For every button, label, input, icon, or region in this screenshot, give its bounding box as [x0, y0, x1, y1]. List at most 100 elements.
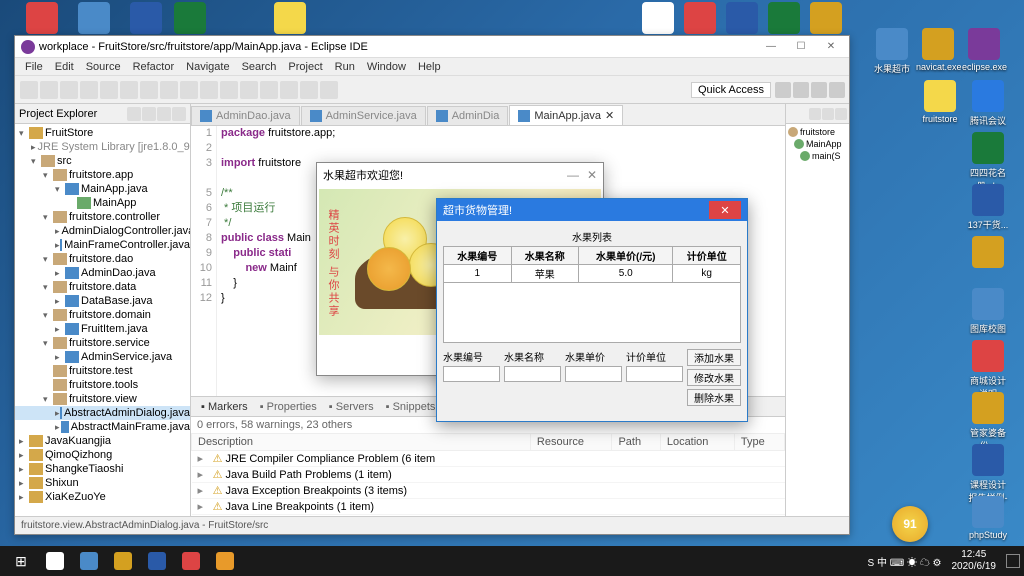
desktop-icon[interactable]: 图库校图	[966, 288, 1010, 335]
menu-window[interactable]: Window	[361, 61, 412, 73]
menu-file[interactable]: File	[19, 61, 49, 73]
desktop-icon[interactable]: 水果超市	[870, 28, 914, 75]
clock[interactable]: 12:45 2020/6/19	[946, 549, 1003, 573]
tree-node[interactable]: ▸JRE System Library [jre1.8.0_91]	[15, 140, 190, 154]
menu-source[interactable]: Source	[80, 61, 127, 73]
editor-tab[interactable]: AdminDia	[427, 106, 509, 125]
menu-project[interactable]: Project	[282, 61, 328, 73]
editor-tab[interactable]: MainApp.java ✕	[509, 105, 623, 125]
tree-node[interactable]: ▾fruitstore.controller	[15, 210, 190, 224]
tree-node[interactable]: ▾FruitStore	[15, 126, 190, 140]
toolbar-button[interactable]	[100, 81, 118, 99]
tree-node[interactable]: ▾fruitstore.domain	[15, 308, 190, 322]
desktop-icon[interactable]	[124, 2, 168, 36]
tree-node[interactable]: ▸AbstractAdminDialog.java	[15, 406, 190, 420]
toolbar-button[interactable]	[60, 81, 78, 99]
toolbar-button[interactable]	[280, 81, 298, 99]
editor-tab[interactable]: AdminDao.java	[191, 106, 300, 125]
tree-node[interactable]: fruitstore.test	[15, 364, 190, 378]
fruit-input[interactable]	[626, 366, 683, 382]
outline-item[interactable]: main(S	[788, 150, 847, 162]
toolbar-button[interactable]	[320, 81, 338, 99]
menu-edit[interactable]: Edit	[49, 61, 80, 73]
outline-item[interactable]: MainApp	[788, 138, 847, 150]
taskbar-item[interactable]	[175, 548, 207, 574]
close-button[interactable]: ✕	[819, 39, 843, 55]
titlebar[interactable]: workplace - FruitStore/src/fruitstore/ap…	[15, 36, 849, 58]
notification-button[interactable]	[1006, 554, 1020, 568]
fruit-action-button[interactable]: 修改水果	[687, 369, 741, 386]
toolbar-button[interactable]	[200, 81, 218, 99]
marker-row[interactable]: ▸ ⚠ Java Build Path Problems (1 item)	[192, 467, 785, 483]
menu-search[interactable]: Search	[236, 61, 283, 73]
tree-node[interactable]: ▸JavaKuangjia	[15, 434, 190, 448]
desktop-icon[interactable]: 商城设计说明	[966, 340, 1010, 400]
tree-node[interactable]: ▾fruitstore.app	[15, 168, 190, 182]
fruit-action-button[interactable]: 添加水果	[687, 349, 741, 366]
welcome-min-button[interactable]: —	[567, 168, 579, 182]
tree-node[interactable]: ▸MainFrameController.java	[15, 238, 190, 252]
markers-tab[interactable]: ▪ Markers	[195, 401, 254, 413]
menu-refactor[interactable]: Refactor	[127, 61, 181, 73]
tree-node[interactable]: ▾fruitstore.service	[15, 336, 190, 350]
tree-node[interactable]: ▾fruitstore.data	[15, 280, 190, 294]
toolbar-button[interactable]	[140, 81, 158, 99]
tree-node[interactable]: ▸XiaKeZuoYe	[15, 490, 190, 504]
taskbar-item[interactable]	[73, 548, 105, 574]
ime-indicator[interactable]: S 中 ⌨ ☀ ☁ ⚙	[868, 554, 942, 569]
desktop-icon[interactable]: phpStudy	[966, 496, 1010, 540]
desktop-icon[interactable]: 腾讯会议	[966, 80, 1010, 127]
markers-tab[interactable]: ▪ Snippets	[380, 401, 442, 413]
minimize-button[interactable]: —	[759, 39, 783, 55]
quick-access[interactable]: Quick Access	[691, 82, 771, 98]
desktop-icon[interactable]: eclipse.exe	[962, 28, 1006, 72]
desktop-icon[interactable]	[678, 2, 722, 36]
tree-node[interactable]: ▾src	[15, 154, 190, 168]
taskbar-item[interactable]	[141, 548, 173, 574]
outline-item[interactable]: fruitstore	[788, 126, 847, 138]
desktop-icon[interactable]: 四四花名册.xls	[966, 132, 1010, 192]
tree-node[interactable]: ▾MainApp.java	[15, 182, 190, 196]
maximize-button[interactable]: ☐	[789, 39, 813, 55]
desktop-icon[interactable]	[636, 2, 680, 36]
tree-node[interactable]: ▸DataBase.java	[15, 294, 190, 308]
welcome-close-button[interactable]: ✕	[587, 168, 597, 182]
menu-run[interactable]: Run	[329, 61, 361, 73]
desktop-icon[interactable]: 管家婆备份...	[966, 392, 1010, 452]
tree-node[interactable]: ▸ShangkeTiaoshi	[15, 462, 190, 476]
toolbar-button[interactable]	[120, 81, 138, 99]
toolbar-button[interactable]	[240, 81, 258, 99]
tree-node[interactable]: ▸FruitItem.java	[15, 322, 190, 336]
desktop-icon[interactable]: 137干货...	[966, 184, 1010, 231]
perf-widget[interactable]: 91	[892, 506, 928, 542]
taskbar-item[interactable]	[39, 548, 71, 574]
tree-node[interactable]: ▸QimoQizhong	[15, 448, 190, 462]
tree-node[interactable]: ▾fruitstore.dao	[15, 252, 190, 266]
mgmt-close-button[interactable]: ✕	[709, 201, 741, 219]
menu-navigate[interactable]: Navigate	[180, 61, 235, 73]
tree-node[interactable]: ▸Shixun	[15, 476, 190, 490]
desktop-icon[interactable]	[268, 2, 312, 36]
fruit-input[interactable]	[504, 366, 561, 382]
start-button[interactable]: ⊞	[5, 548, 37, 574]
desktop-icon[interactable]	[72, 2, 116, 36]
markers-tab[interactable]: ▪ Properties	[254, 401, 323, 413]
taskbar-item[interactable]	[107, 548, 139, 574]
desktop-icon[interactable]	[168, 2, 212, 36]
tree-node[interactable]: fruitstore.tools	[15, 378, 190, 392]
marker-row[interactable]: ▸ ⚠ JRE Compiler Compliance Problem (6 i…	[192, 451, 785, 467]
tree-node[interactable]: ▸AdminDialogController.java	[15, 224, 190, 238]
desktop-icon[interactable]: fruitstore	[918, 80, 962, 124]
menu-help[interactable]: Help	[412, 61, 447, 73]
toolbar-button[interactable]	[40, 81, 58, 99]
tree-node[interactable]: ▾fruitstore.view	[15, 392, 190, 406]
table-row[interactable]: 1苹果5.0kg	[444, 265, 741, 283]
desktop-icon[interactable]	[966, 236, 1010, 270]
toolbar-button[interactable]	[180, 81, 198, 99]
tree-node[interactable]: MainApp	[15, 196, 190, 210]
markers-tab[interactable]: ▪ Servers	[323, 401, 380, 413]
marker-row[interactable]: ▸ ⚠ Java Line Breakpoints (1 item)	[192, 499, 785, 515]
desktop-icon[interactable]	[20, 2, 64, 36]
toolbar-button[interactable]	[260, 81, 278, 99]
marker-row[interactable]: ▸ ⚠ Java Exception Breakpoints (3 items)	[192, 483, 785, 499]
